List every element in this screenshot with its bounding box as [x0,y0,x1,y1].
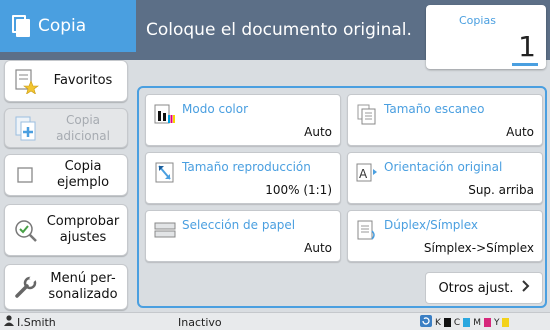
orientation-icon: A [356,161,378,183]
tile-label: Tamaño escaneo [384,102,485,116]
tile-value: 100% (1:1) [265,183,332,197]
tile-value: Símplex->Símplex [423,241,534,255]
comprobar-ajustes-button[interactable]: Comprobar ajustes [4,204,128,256]
check-magnifier-icon [13,217,39,243]
duplex-icon [356,219,378,241]
favorites-star-icon [13,68,39,95]
toner-c-label: C [453,317,461,328]
copy-icon [12,15,30,37]
toner-m-bar [483,318,491,327]
tamano-escaneo-tile[interactable]: Tamaño escaneo Auto [347,94,543,146]
toner-levels[interactable]: K C M Y [420,315,510,330]
sidebar-item-label: Comprobar ajustes [46,214,120,245]
tile-label: Tamaño reproducción [182,160,311,174]
checkbox-icon [13,162,39,188]
tile-label: Orientación original [384,160,503,174]
tamano-reproduccion-tile[interactable]: Tamaño reproducción 100% (1:1) [145,152,341,204]
app-tab-copia[interactable]: Copia [0,0,136,52]
tile-value: Auto [506,125,534,139]
refresh-icon [420,315,432,330]
toner-k-bar [443,318,451,327]
toner-m-label: M [473,317,481,328]
orientacion-original-tile[interactable]: A Orientación original Sup. arriba [347,152,543,204]
reproduction-size-icon [154,161,176,183]
chevron-right-icon [521,280,530,296]
copies-underline [512,63,538,66]
toner-y-label: Y [493,317,500,328]
copies-value: 1 [518,30,536,63]
user-icon [4,315,14,329]
color-mode-icon [154,103,176,125]
toner-c-bar [463,318,471,327]
sidebar-item-label: Menú per-sonalizado [48,271,118,302]
tile-value: Auto [304,125,332,139]
sidebar-item-label: Copia adicional [56,113,110,143]
copies-field[interactable]: Copias 1 [426,5,546,69]
svg-text:A: A [359,167,368,181]
status-bar: I.Smith Inactivo K C M Y [0,312,550,330]
sidebar-item-label: Favoritos [53,73,113,88]
printer-state: Inactivo [178,316,222,329]
tile-value: Sup. arriba [468,183,534,197]
settings-panel: Modo color Auto Tamaño escaneo Auto Tama… [137,86,547,308]
paper-tray-icon [154,219,176,241]
copia-ejemplo-button[interactable]: Copia ejemplo [4,154,128,196]
tile-label: Dúplex/Símplex [384,218,478,232]
user-indicator[interactable]: I.Smith [4,315,56,329]
favoritos-button[interactable]: Favoritos [4,60,128,102]
sidebar-item-label: Copia ejemplo [56,159,110,190]
otros-ajustes-label: Otros ajust. [438,280,514,296]
app-title: Copia [38,16,87,36]
menu-personalizado-button[interactable]: Menú per-sonalizado [4,264,128,310]
copies-label: Copias [459,14,496,27]
duplex-simplex-tile[interactable]: Dúplex/Símplex Símplex->Símplex [347,210,543,262]
wrench-icon [13,274,39,300]
toner-y-bar [502,318,510,327]
scan-size-icon [356,103,378,125]
tile-value: Auto [304,241,332,255]
seleccion-papel-tile[interactable]: Selección de papel Auto [145,210,341,262]
header-message: Coloque el documento original. [146,20,412,40]
tile-label: Modo color [182,102,249,116]
add-copy-icon [13,115,39,141]
user-name: I.Smith [17,315,56,329]
otros-ajustes-button[interactable]: Otros ajust. [425,272,543,304]
tile-label: Selección de papel [182,218,296,232]
copia-adicional-button[interactable]: Copia adicional [4,108,128,148]
toner-k-label: K [435,317,441,328]
modo-color-tile[interactable]: Modo color Auto [145,94,341,146]
